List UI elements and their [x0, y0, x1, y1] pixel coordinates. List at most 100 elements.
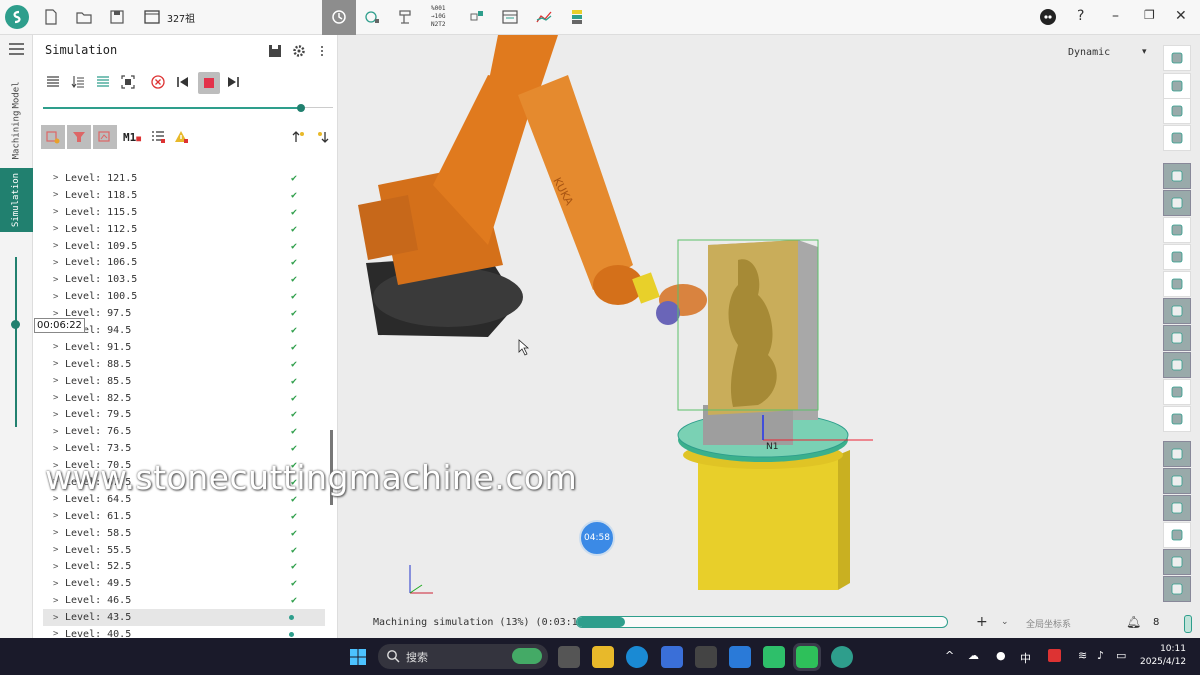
level-row[interactable]: > Level: 121.5 ✔ — [43, 170, 325, 187]
sogou-ime-icon[interactable] — [1048, 649, 1061, 662]
flag-2-icon[interactable] — [1163, 549, 1191, 575]
level-row[interactable]: >Level: 94.5✔ — [43, 322, 325, 339]
skip-to-start-icon[interactable] — [174, 73, 192, 91]
timeline-slider-thumb[interactable] — [11, 320, 20, 329]
clock-time[interactable]: 10:11 — [1150, 644, 1186, 654]
playback-progress-track[interactable] — [43, 107, 303, 109]
tray-chevron-up-icon[interactable]: ^ — [945, 649, 954, 662]
minimize-button[interactable]: – — [1112, 8, 1119, 24]
step-list-icon[interactable] — [69, 73, 87, 91]
level-row[interactable]: > Level: 109.5 ✔ — [43, 238, 325, 255]
volume-icon[interactable]: ♪ — [1097, 649, 1104, 662]
menu-icon[interactable] — [9, 43, 24, 58]
chevron-right-icon[interactable]: > — [53, 173, 63, 183]
level-row[interactable]: > Level: 49.5 ✔ — [43, 575, 325, 592]
chevron-right-icon[interactable]: > — [53, 224, 63, 234]
edge-browser-icon[interactable] — [626, 646, 648, 668]
task-view-icon[interactable] — [558, 646, 580, 668]
machine-setup-icon[interactable] — [466, 6, 488, 28]
hatch-icon[interactable] — [1163, 406, 1191, 432]
chevron-right-icon[interactable]: > — [53, 562, 63, 572]
level-row[interactable]: > Level: 43.5 — [43, 609, 325, 627]
level-row[interactable]: > Level: 46.5 ✔ — [43, 592, 325, 609]
tool-4-icon[interactable] — [1163, 244, 1191, 270]
chart-analysis-icon[interactable] — [533, 6, 555, 28]
chevron-right-icon[interactable]: > — [53, 528, 63, 538]
machine-icon[interactable] — [1163, 379, 1191, 405]
flag-icon[interactable] — [1163, 522, 1191, 548]
drill-icon[interactable] — [1163, 325, 1191, 351]
chevron-right-icon[interactable]: > — [53, 410, 63, 420]
skip-to-end-icon[interactable] — [224, 73, 242, 91]
store-icon[interactable] — [661, 646, 683, 668]
nc-code-icon[interactable]: %001 →10G N2T2 — [431, 5, 445, 29]
microphone-icon[interactable]: ● — [996, 649, 1006, 662]
panel-save-icon[interactable] — [266, 42, 284, 60]
chevron-right-icon[interactable]: > — [53, 393, 63, 403]
chevron-right-icon[interactable]: > — [53, 190, 63, 200]
chevron-right-icon[interactable]: > — [53, 275, 63, 285]
cancel-simulation-icon[interactable] — [149, 73, 167, 91]
restore-button[interactable]: ❐ — [1144, 8, 1155, 22]
panel-more-icon[interactable] — [313, 42, 331, 60]
layer-stack-icon[interactable] — [566, 6, 588, 28]
chevron-down-icon[interactable]: ▾ — [1142, 47, 1147, 57]
sphere-view-icon[interactable] — [1163, 73, 1191, 99]
cube-view-icon[interactable] — [1163, 125, 1191, 151]
level-row[interactable]: > Level: 118.5 ✔ — [43, 187, 325, 204]
green-app-icon[interactable] — [763, 646, 785, 668]
cam-app-icon[interactable] — [831, 646, 853, 668]
wifi-icon[interactable]: ≋ — [1078, 649, 1087, 662]
level-row[interactable]: > Level: 106.5 ✔ — [43, 254, 325, 271]
tool-holder-icon[interactable] — [1163, 163, 1191, 189]
input-language[interactable]: 中 — [1020, 650, 1031, 666]
chevron-right-icon[interactable]: > — [53, 376, 63, 386]
filter-tool-button[interactable] — [67, 125, 91, 149]
point-icon[interactable] — [1163, 441, 1191, 467]
open-folder-icon[interactable] — [73, 6, 95, 28]
level-row[interactable]: > Level: 88.5 ✔ — [43, 356, 325, 373]
panel-settings-gear-icon[interactable] — [290, 42, 308, 60]
chevron-right-icon[interactable]: > — [53, 596, 63, 606]
level-row[interactable]: > Level: 100.5 ✔ — [43, 288, 325, 305]
file-explorer-icon[interactable] — [592, 646, 614, 668]
clock-date[interactable]: 2025/4/12 — [1140, 657, 1186, 667]
level-row[interactable]: > Level: 61.5 ✔ — [43, 508, 325, 525]
playback-progress-remaining[interactable] — [303, 107, 333, 108]
tool-5-icon[interactable] — [1163, 271, 1191, 297]
windows-start-icon[interactable] — [347, 646, 369, 668]
level-row[interactable]: > Level: 82.5 ✔ — [43, 390, 325, 407]
tab-machining[interactable]: Machining — [0, 110, 33, 160]
project-window-icon[interactable] — [141, 6, 163, 28]
right-toolbar-scroll[interactable] — [1184, 615, 1192, 633]
tool-3-icon[interactable] — [1163, 217, 1191, 243]
level-row[interactable]: > Level: 76.5 ✔ — [43, 423, 325, 440]
chevron-right-icon[interactable]: > — [53, 613, 63, 623]
close-button[interactable]: ✕ — [1175, 8, 1187, 24]
level-row[interactable]: > Level: 85.5 ✔ — [43, 373, 325, 390]
tool-6-icon[interactable] — [1163, 298, 1191, 324]
level-row[interactable]: > Level: 115.5 ✔ — [43, 204, 325, 221]
playback-progress-thumb[interactable] — [297, 104, 305, 112]
level-row[interactable]: > Level: 91.5 ✔ — [43, 339, 325, 356]
level-row[interactable]: > Level: 103.5 ✔ — [43, 271, 325, 288]
level-row[interactable]: > Level: 58.5 ✔ — [43, 525, 325, 542]
project-name[interactable]: 327祖 — [167, 10, 195, 25]
level-row[interactable]: > Level: 97.5 ✔ — [43, 305, 325, 322]
tool-path-check-icon[interactable] — [361, 6, 383, 28]
chevron-right-icon[interactable]: > — [53, 207, 63, 217]
wechat-icon[interactable] — [793, 643, 821, 671]
post-process-icon[interactable] — [394, 6, 416, 28]
chevron-right-icon[interactable]: > — [53, 579, 63, 589]
chevron-right-icon[interactable]: > — [53, 629, 63, 638]
report-icon[interactable] — [499, 6, 521, 28]
new-file-icon[interactable] — [40, 6, 62, 28]
view-box-icon[interactable] — [1163, 45, 1191, 71]
tool-holder-2-icon[interactable] — [1163, 190, 1191, 216]
user-avatar-icon[interactable] — [1037, 6, 1059, 28]
surface-icon[interactable] — [1163, 495, 1191, 521]
chevron-right-icon[interactable]: > — [53, 359, 63, 369]
tab-simulation[interactable]: Simulation — [0, 168, 33, 232]
coordinate-system-label[interactable]: 全局坐标系 — [1026, 617, 1071, 630]
sort-ascending-icon[interactable] — [290, 128, 308, 146]
